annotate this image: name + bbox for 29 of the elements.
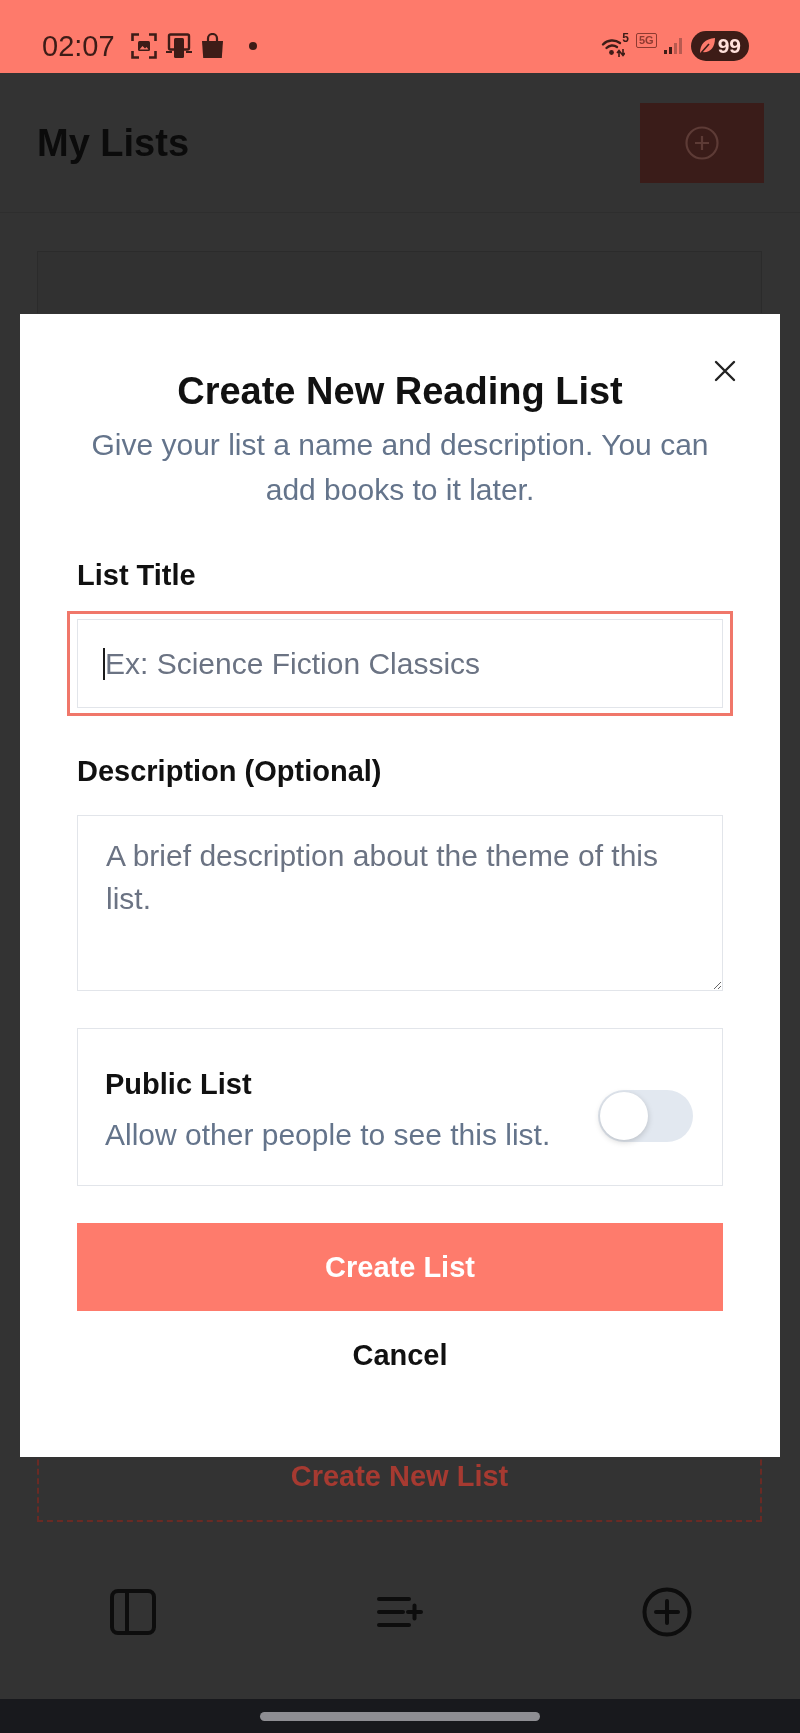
toggle-switch[interactable] — [598, 1089, 693, 1142]
signal-icon — [663, 38, 684, 54]
status-time: 02:07 — [42, 29, 115, 63]
field-label: List Title — [77, 558, 197, 592]
submit-button[interactable]: Create List — [77, 1223, 723, 1311]
plus-circle-icon[interactable] — [641, 1587, 692, 1637]
text-cursor-icon — [103, 647, 105, 680]
setting-description: Allow other people to see this list. — [105, 1117, 551, 1153]
device-icon — [165, 33, 192, 59]
text-input-field[interactable]: Ex: Science Fiction Classics — [67, 611, 733, 716]
plus-circle-icon — [685, 125, 719, 160]
dot-icon — [248, 42, 257, 50]
corner-frame-icon — [130, 33, 157, 59]
setting-label: Public List — [105, 1067, 253, 1102]
sidebar-panel-icon[interactable] — [110, 1589, 157, 1635]
dialog-subtitle: Give your list a name and description. You can add books to it later. — [90, 427, 710, 508]
cancel-button[interactable]: Cancel — [344, 1332, 456, 1378]
wifi-label: 5 — [622, 32, 629, 44]
close-icon[interactable] — [714, 360, 736, 382]
shopping-bag-icon — [200, 33, 224, 59]
leaf-icon — [697, 37, 716, 55]
dialog-title: Create New Reading List — [176, 369, 624, 414]
list-plus-icon[interactable] — [377, 1596, 423, 1628]
add-list-button[interactable] — [640, 102, 764, 183]
home-indicator[interactable] — [260, 1711, 540, 1721]
field-label: Description (Optional) — [77, 754, 383, 788]
network-type-label: 5G — [635, 33, 657, 48]
battery-percent: 99 — [717, 34, 741, 58]
textarea-field[interactable]: A brief description about the theme of this list. — [77, 815, 723, 991]
